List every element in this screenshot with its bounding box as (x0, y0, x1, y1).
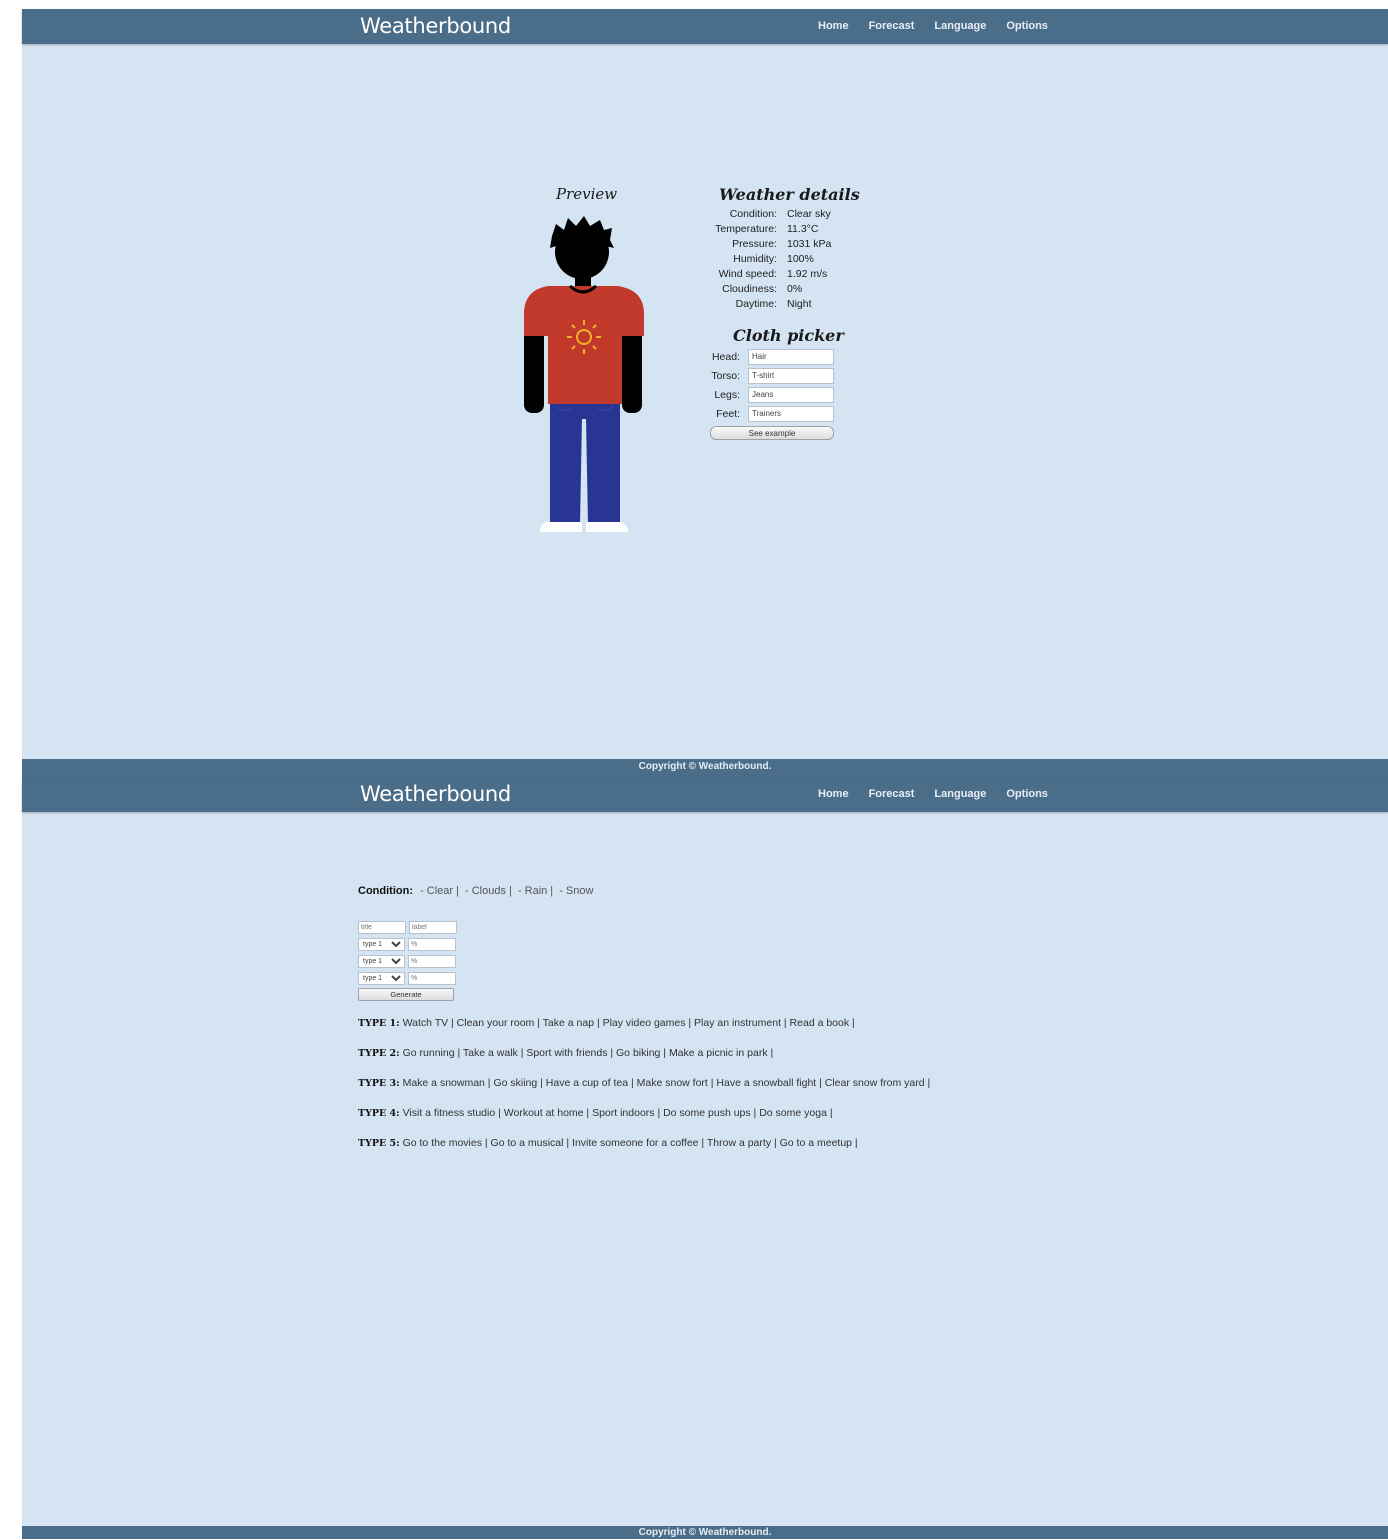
see-example-button[interactable]: See example (710, 426, 834, 440)
type-select-3[interactable]: type 1 (358, 972, 405, 985)
weather-details-title: Weather details (719, 185, 860, 204)
nav-language[interactable]: Language (934, 788, 986, 800)
type-line: TYPE 5: Go to the movies | Go to a music… (358, 1137, 858, 1149)
condition-rain[interactable]: - Rain (518, 885, 547, 897)
detail-condition: Condition: Clear sky (729, 208, 831, 220)
detail-wind-speed: Wind speed: 1.92 m/s (718, 268, 828, 280)
feet-label: Feet: (716, 407, 740, 420)
footer-bar: Copyright © Weatherbound. (22, 1526, 1388, 1539)
condition-filter: Condition: - Clear | - Clouds | - Rain | - … (358, 885, 594, 897)
footer-bar: Copyright © Weatherbound. (22, 759, 1388, 777)
footer-copyright: Copyright © Weatherbound. (638, 1527, 772, 1538)
preview-title: Preview (556, 185, 618, 203)
detail-humidity: Humidity: 100% (733, 253, 814, 265)
preview-page: Weatherbound Home Forecast Language Opti… (22, 9, 1388, 768)
type-line: TYPE 3: Make a snowman | Go skiing | Hav… (358, 1077, 931, 1089)
nav-forecast[interactable]: Forecast (869, 788, 915, 800)
detail-temperature: Temperature: 11.3°C (715, 223, 819, 235)
detail-pressure: Pressure: 1031 kPa (732, 238, 832, 250)
type-line: TYPE 1: Watch TV | Clean your room | Tak… (358, 1017, 855, 1029)
condition-clear[interactable]: - Clear (420, 885, 453, 897)
top-navbar: Weatherbound Home Forecast Language Opti… (22, 9, 1388, 44)
weather-details-list: Condition: Clear sky Temperature: 11.3°C P… (702, 207, 831, 312)
neck-shape (575, 274, 591, 286)
activity-types-list: TYPE 1: Watch TV | Clean your room | Tak… (358, 1017, 930, 1167)
type-select-2[interactable]: type 1 (358, 955, 405, 968)
head-shape (555, 225, 609, 279)
nav-options[interactable]: Options (1006, 20, 1048, 32)
type-line: TYPE 4: Visit a fitness studio | Workout… (358, 1107, 833, 1119)
head-input[interactable] (748, 348, 834, 365)
feet-input[interactable] (748, 405, 834, 422)
percent-input-2[interactable] (408, 955, 456, 968)
jeans-shape (550, 404, 620, 524)
cloth-picker-form: Head: Torso: Legs: Feet: (706, 347, 834, 423)
footer-copyright: Copyright © Weatherbound. (638, 761, 772, 772)
percent-input-3[interactable] (408, 972, 456, 985)
nav-home[interactable]: Home (818, 788, 849, 800)
percent-input-1[interactable] (408, 938, 456, 951)
title-input[interactable] (358, 921, 406, 934)
detail-daytime: Daytime: Night (735, 298, 812, 310)
torso-input[interactable] (748, 367, 834, 384)
left-shoe (540, 522, 582, 532)
activities-page: Weatherbound Home Forecast Language Opti… (22, 777, 1388, 1539)
condition-snow[interactable]: - Snow (559, 885, 593, 897)
nav-language[interactable]: Language (934, 20, 986, 32)
condition-label: Condition: (358, 885, 413, 897)
generate-button[interactable]: Generate (358, 988, 454, 1001)
activity-generator-form: type 1 type 1 type 1 Generate (358, 919, 457, 1001)
right-shoe (586, 522, 628, 532)
detail-cloudiness: Cloudiness: 0% (722, 283, 803, 295)
type-select-1[interactable]: type 1 (358, 938, 405, 951)
main-nav: Home Forecast Language Options (818, 788, 1048, 800)
nav-home[interactable]: Home (818, 20, 849, 32)
torso-label: Torso: (711, 369, 740, 382)
condition-clouds[interactable]: - Clouds (465, 885, 506, 897)
legs-label: Legs: (714, 388, 740, 401)
brand-logo[interactable]: Weatherbound (360, 782, 511, 806)
avatar-figure (524, 216, 644, 532)
brand-logo[interactable]: Weatherbound (360, 14, 511, 38)
type-line: TYPE 2: Go running | Take a walk | Sport… (358, 1047, 774, 1059)
legs-input[interactable] (748, 386, 834, 403)
main-nav: Home Forecast Language Options (818, 20, 1048, 32)
cloth-picker-title: Cloth picker (733, 326, 844, 345)
nav-options[interactable]: Options (1006, 788, 1048, 800)
head-label: Head: (711, 350, 740, 363)
top-navbar: Weatherbound Home Forecast Language Opti… (22, 777, 1388, 812)
label-input[interactable] (409, 921, 457, 934)
nav-forecast[interactable]: Forecast (869, 20, 915, 32)
